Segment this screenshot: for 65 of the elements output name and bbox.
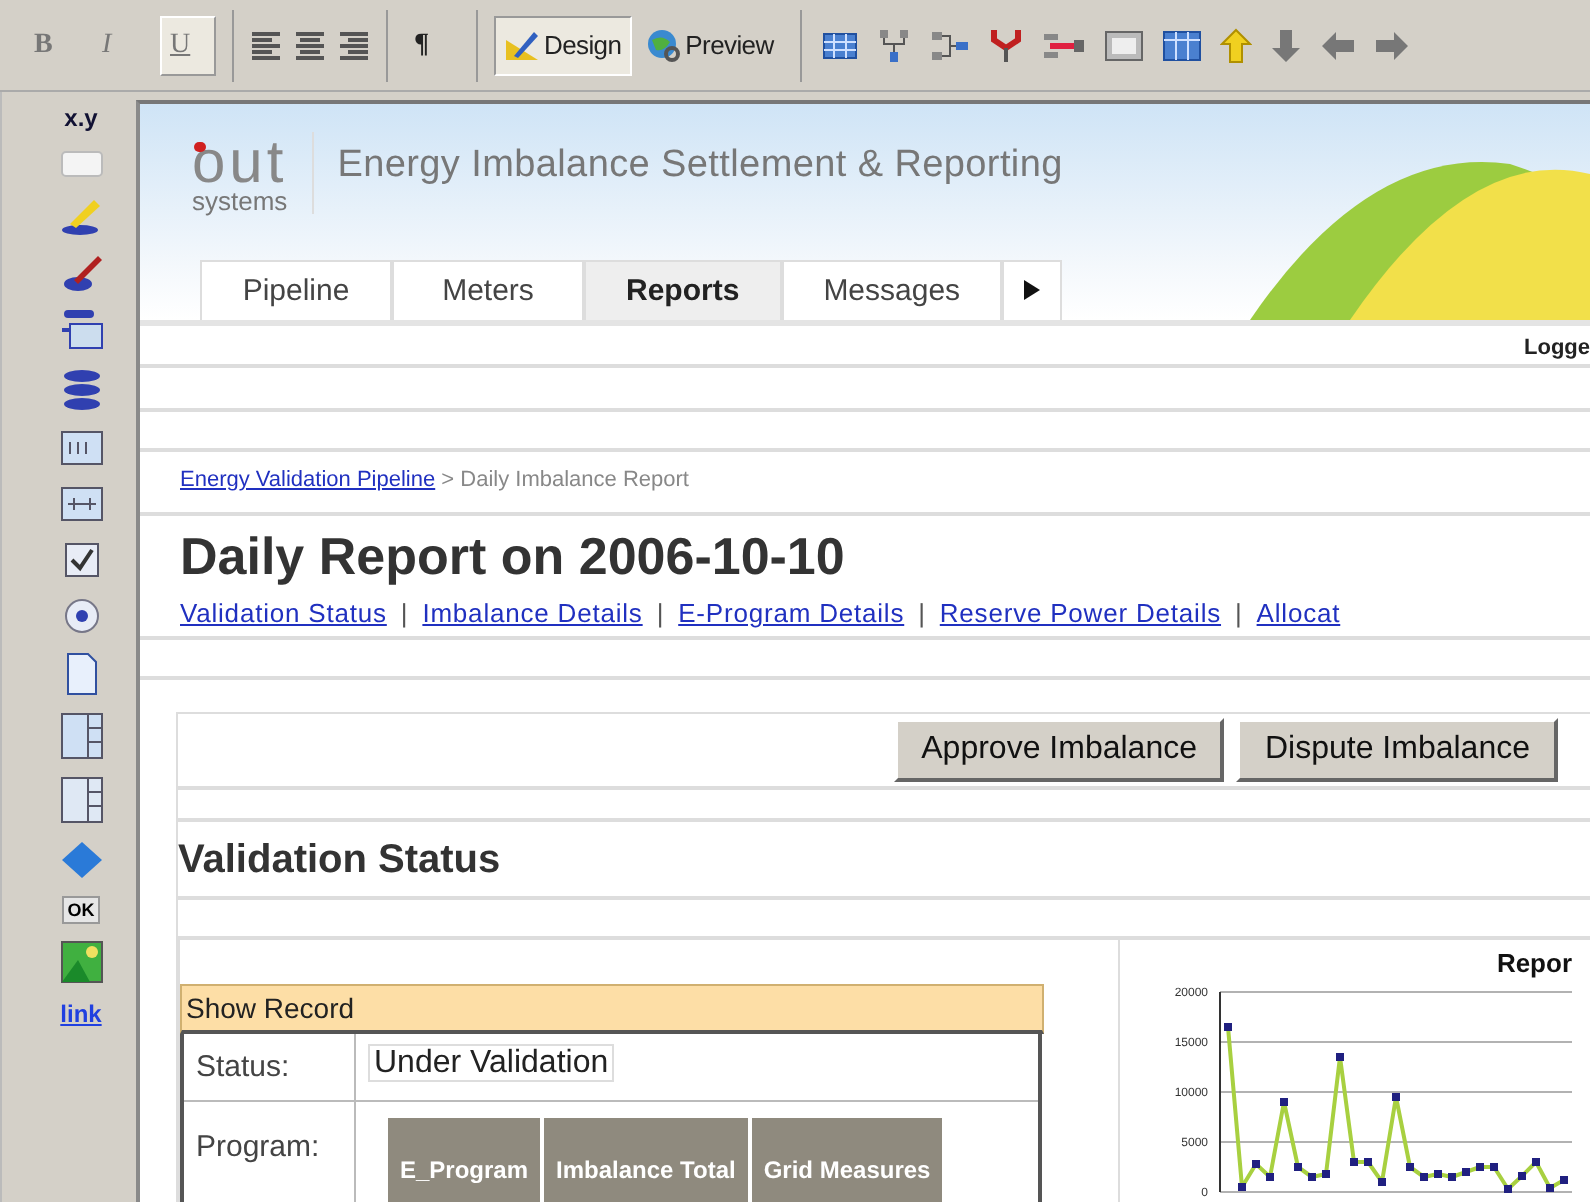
breadcrumb-link[interactable]: Energy Validation Pipeline bbox=[180, 468, 436, 492]
frame-icon[interactable] bbox=[1103, 29, 1144, 61]
view-mode-button[interactable]: Design bbox=[494, 15, 632, 75]
columns-icon[interactable] bbox=[1161, 29, 1202, 61]
status-value: Under Validation bbox=[368, 1044, 615, 1082]
connector-icon[interactable] bbox=[929, 29, 970, 61]
radio-icon[interactable] bbox=[61, 596, 101, 636]
down-arrow-icon[interactable] bbox=[1269, 27, 1302, 63]
nav-tab[interactable]: Reports bbox=[584, 260, 782, 320]
action-button[interactable]: Approve Imbalance bbox=[893, 718, 1225, 782]
align-left-icon[interactable] bbox=[250, 29, 282, 61]
link-separator: | bbox=[918, 598, 926, 628]
right-arrow-icon[interactable] bbox=[1373, 29, 1410, 61]
breadcrumb-current: > Daily Imbalance Report bbox=[441, 468, 689, 492]
field-icon[interactable] bbox=[59, 484, 103, 524]
field-label: Status: bbox=[184, 1034, 356, 1100]
scroll-box-icon[interactable] bbox=[59, 776, 103, 824]
paragraph-button[interactable]: ¶ bbox=[404, 15, 460, 75]
page-title: Daily Report on 2006-10-10 bbox=[178, 524, 847, 590]
nav-tab[interactable]: Meters bbox=[392, 260, 584, 320]
login-status: Logge bbox=[1524, 336, 1590, 360]
play-icon bbox=[1024, 280, 1041, 300]
left-arrow-icon[interactable] bbox=[1319, 29, 1356, 61]
chart-title: Repor bbox=[1496, 948, 1572, 978]
image-icon[interactable] bbox=[59, 940, 103, 984]
logo-mark: out bbox=[192, 132, 288, 190]
section-link[interactable]: Allocat bbox=[1256, 598, 1341, 628]
view-mode-button[interactable]: Preview bbox=[635, 15, 784, 75]
arrow-block-icon[interactable] bbox=[1041, 29, 1086, 61]
checkbox-icon[interactable] bbox=[61, 540, 101, 580]
section-link[interactable]: E-Program Details bbox=[678, 598, 905, 628]
text-input-icon[interactable] bbox=[59, 428, 103, 468]
section-link[interactable]: Imbalance Details bbox=[422, 598, 643, 628]
pencil-ruler-icon bbox=[504, 27, 540, 63]
record-header: Show Record bbox=[180, 984, 1044, 1034]
align-center-icon[interactable] bbox=[294, 29, 326, 61]
globe-magnifier-icon bbox=[645, 27, 682, 63]
list-table-icon[interactable] bbox=[59, 308, 103, 352]
more-tabs-button[interactable] bbox=[1002, 260, 1063, 320]
split-icon[interactable] bbox=[987, 27, 1024, 63]
section-title: Validation Status bbox=[178, 822, 1590, 900]
document-icon[interactable] bbox=[63, 652, 99, 696]
nav-tab[interactable]: Pipeline bbox=[200, 260, 392, 320]
list-box-icon[interactable] bbox=[59, 712, 103, 760]
link-separator: | bbox=[1235, 598, 1243, 628]
link-separator: | bbox=[656, 598, 665, 628]
ok-button-tool[interactable]: OK bbox=[61, 896, 101, 924]
expression-tool[interactable]: x.y bbox=[64, 104, 98, 132]
align-right-icon[interactable] bbox=[338, 29, 370, 61]
link-tool[interactable]: link bbox=[60, 1000, 102, 1028]
logo-subtitle: systems bbox=[192, 190, 288, 214]
pencil-icon[interactable] bbox=[59, 196, 103, 236]
section-link[interactable]: Reserve Power Details bbox=[939, 598, 1222, 628]
field-label: Program: bbox=[184, 1102, 356, 1202]
action-button[interactable]: Dispute Imbalance bbox=[1236, 718, 1558, 782]
section-link[interactable]: Validation Status bbox=[180, 598, 387, 628]
link-separator: | bbox=[400, 598, 409, 628]
table-icon[interactable] bbox=[821, 29, 858, 61]
stack-icon[interactable] bbox=[59, 368, 103, 412]
tree-nodes-icon[interactable] bbox=[875, 27, 912, 63]
nav-tab[interactable]: Messages bbox=[781, 260, 1003, 320]
app-title: Energy Imbalance Settlement & Reporting bbox=[337, 144, 1063, 188]
format-button[interactable]: U bbox=[160, 15, 216, 75]
diamond-icon[interactable] bbox=[59, 840, 103, 880]
brush-icon[interactable] bbox=[59, 252, 103, 292]
